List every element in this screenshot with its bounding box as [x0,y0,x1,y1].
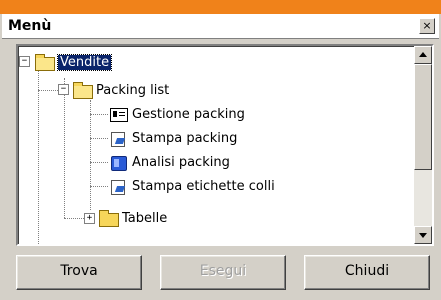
open-folder-icon [72,82,93,99]
tree-line [90,186,108,187]
tree-line [38,58,39,244]
arrow-up-icon [419,52,427,57]
window-title: Menù [8,18,52,34]
esegui-button-label: Esegui [199,263,247,279]
tree-node-vendite[interactable]: Vendite [34,52,113,72]
vertical-scrollbar[interactable] [414,46,432,244]
trova-button-label: Trova [60,263,98,279]
expand-toggle-tabelle[interactable]: + [84,213,95,224]
scroll-up-button[interactable] [414,46,432,64]
folder-icon [98,210,119,227]
open-folder-icon [34,54,55,71]
chiudi-button[interactable]: Chiudi [304,255,430,290]
tree-line [90,114,108,115]
tree-node-label: Gestione packing [132,106,245,122]
menu-tree-panel: − Vendite − Packing list Gestione packin… [16,44,434,246]
expand-toggle-packing-list[interactable]: − [58,84,69,95]
esegui-button[interactable]: Esegui [160,255,286,290]
tree-node-label: Packing list [96,82,170,98]
grid-document-icon [108,106,128,122]
tree-node-label: Vendite [56,53,113,71]
tree-line [90,100,91,210]
tree-node-label: Analisi packing [132,154,230,170]
tree-node-packing-list[interactable]: Packing list [72,80,169,100]
tree-node-analisi-packing[interactable]: Analisi packing [108,152,230,172]
tree-line [64,218,84,219]
expand-toggle-vendite[interactable]: − [19,56,30,67]
trova-button[interactable]: Trova [16,255,142,290]
tree-node-tabelle[interactable]: Tabelle [98,208,167,228]
tree-line [90,138,108,139]
menu-tree: − Vendite − Packing list Gestione packin… [18,46,410,244]
print-report-icon [108,130,128,147]
tree-node-gestione-packing[interactable]: Gestione packing [108,104,245,124]
title-bar: Menù × [2,14,439,39]
tree-node-stampa-packing[interactable]: Stampa packing [108,128,237,148]
tree-node-label: Stampa packing [132,130,238,146]
chiudi-button-label: Chiudi [344,263,390,279]
close-button[interactable]: × [419,18,435,34]
tree-node-label: Tabelle [122,210,168,226]
print-report-icon [108,178,128,195]
tree-line [38,90,58,91]
scroll-down-button[interactable] [414,226,432,244]
tree-node-stampa-etichette-colli[interactable]: Stampa etichette colli [108,176,275,196]
analysis-cube-icon [108,154,128,171]
scrollbar-thumb[interactable] [414,64,432,170]
arrow-down-icon [419,233,427,238]
top-accent-strip [0,0,441,14]
tree-line [90,162,108,163]
tree-node-label: Stampa etichette colli [132,178,275,194]
tree-line [64,78,65,218]
